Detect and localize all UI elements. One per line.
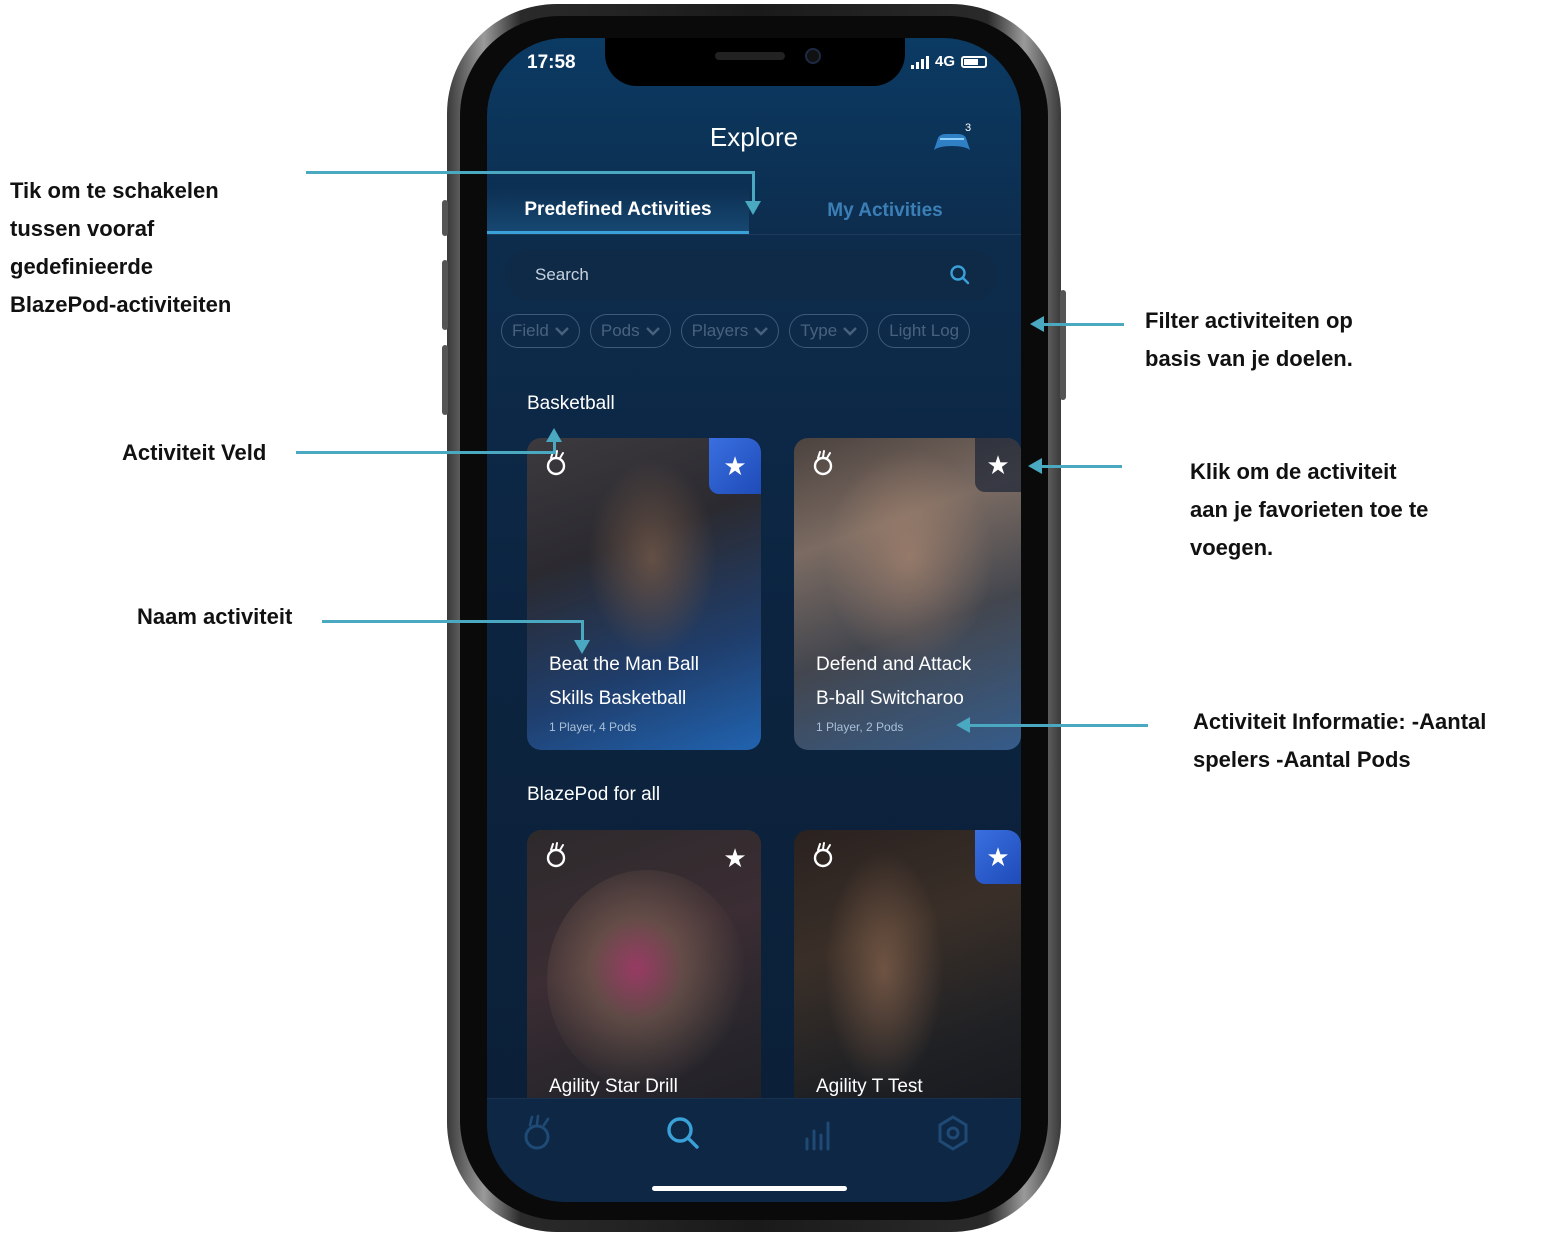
filter-type[interactable]: Type [789, 314, 869, 348]
search-placeholder: Search [535, 265, 589, 284]
favorite-star-icon[interactable]: ★ [975, 830, 1021, 884]
chevron-down-icon [754, 326, 769, 336]
filter-players[interactable]: Players [680, 314, 780, 348]
activity-name: Beat the Man Ball Skills Basketball [549, 654, 699, 709]
activity-card[interactable]: ★ Beat the Man Ball Skills Basketball 1 … [527, 438, 761, 750]
speaker [715, 52, 785, 60]
annotation-field: Activiteit Veld [122, 440, 267, 465]
pods-connection-icon[interactable] [932, 132, 972, 152]
field-icon [813, 842, 833, 868]
chevron-down-icon [645, 326, 660, 336]
pods-count-badge: 3 [965, 122, 972, 134]
arrow-left-icon [956, 717, 970, 733]
annotation-line [553, 440, 556, 454]
signal-icon [910, 55, 929, 69]
side-button [442, 260, 448, 330]
side-button [1060, 290, 1066, 400]
favorite-star-icon[interactable]: ★ [709, 438, 761, 494]
annotation-name: Naam activiteit [137, 604, 293, 629]
filter-pods[interactable]: Pods [589, 314, 671, 348]
activity-info: 1 Player, 2 Pods [816, 720, 904, 734]
annotation-info: Activiteit Informatie: -Aantal spelers -… [1193, 709, 1487, 772]
activity-card[interactable]: ★ Agility Star Drill [527, 830, 761, 1142]
arrow-left-icon [1030, 316, 1044, 332]
filter-chips: Field Pods Players Type Light Log [501, 314, 971, 348]
settings-icon[interactable] [933, 1113, 973, 1153]
status-time: 17:58 [527, 52, 576, 73]
activity-name: Defend and Attack B-ball Switcharoo [816, 654, 972, 709]
card-image [547, 870, 747, 1090]
filter-light-logic[interactable]: Light Log [878, 314, 971, 348]
notch [605, 38, 905, 86]
search-icon[interactable] [949, 264, 971, 286]
favorite-star-icon[interactable]: ★ [709, 830, 761, 886]
side-button [442, 345, 448, 415]
arrow-down-icon [745, 201, 761, 215]
status-indicators: 4G [910, 53, 987, 70]
side-button [442, 200, 448, 236]
annotation-line [1042, 465, 1122, 468]
pod-icon[interactable] [517, 1113, 557, 1153]
home-indicator[interactable] [652, 1186, 847, 1191]
card-image [824, 448, 994, 668]
battery-icon [961, 55, 987, 68]
annotation-line [1044, 323, 1124, 326]
field-icon [546, 842, 566, 868]
search-input[interactable]: Search [505, 250, 997, 300]
chevron-down-icon [843, 326, 858, 336]
activity-card[interactable]: ★ Agility T Test [794, 830, 1021, 1142]
annotation-line [296, 451, 556, 454]
annotation-line [752, 171, 755, 203]
filter-field[interactable]: Field [501, 314, 580, 348]
tab-predefined-activities[interactable]: Predefined Activities [487, 188, 749, 234]
arrow-up-icon [546, 428, 562, 442]
card-image [587, 458, 717, 658]
activity-card[interactable]: ★ Defend and Attack B-ball Switcharoo 1 … [794, 438, 1021, 750]
search-icon[interactable] [663, 1113, 703, 1153]
front-camera [805, 48, 821, 64]
activity-info: 1 Player, 4 Pods [549, 720, 637, 734]
network-label: 4G [934, 53, 955, 70]
chevron-down-icon [555, 326, 569, 336]
annotation-line [970, 724, 1148, 727]
section-title-basketball: Basketball [527, 393, 615, 414]
tab-divider [487, 234, 1021, 235]
annotation-filter: Filter activiteiten op basis van je doel… [1145, 308, 1353, 371]
annotation-tab-switch: Tik om te schakelen tussen vooraf gedefi… [10, 178, 232, 317]
annotation-line [581, 620, 584, 642]
card-image [824, 850, 944, 1090]
arrow-left-icon [1028, 458, 1042, 474]
arrow-down-icon [574, 640, 590, 654]
field-icon [813, 450, 833, 476]
favorite-star-icon[interactable]: ★ [975, 438, 1021, 492]
section-title-blazepod-for-all: BlazePod for all [527, 784, 661, 805]
annotation-line [322, 620, 584, 623]
annotation-line [306, 171, 755, 174]
annotation-favorite: Klik om de activiteit aan je favorieten … [1190, 459, 1429, 560]
stats-icon[interactable] [799, 1113, 839, 1153]
tab-my-activities[interactable]: My Activities [749, 188, 1021, 234]
